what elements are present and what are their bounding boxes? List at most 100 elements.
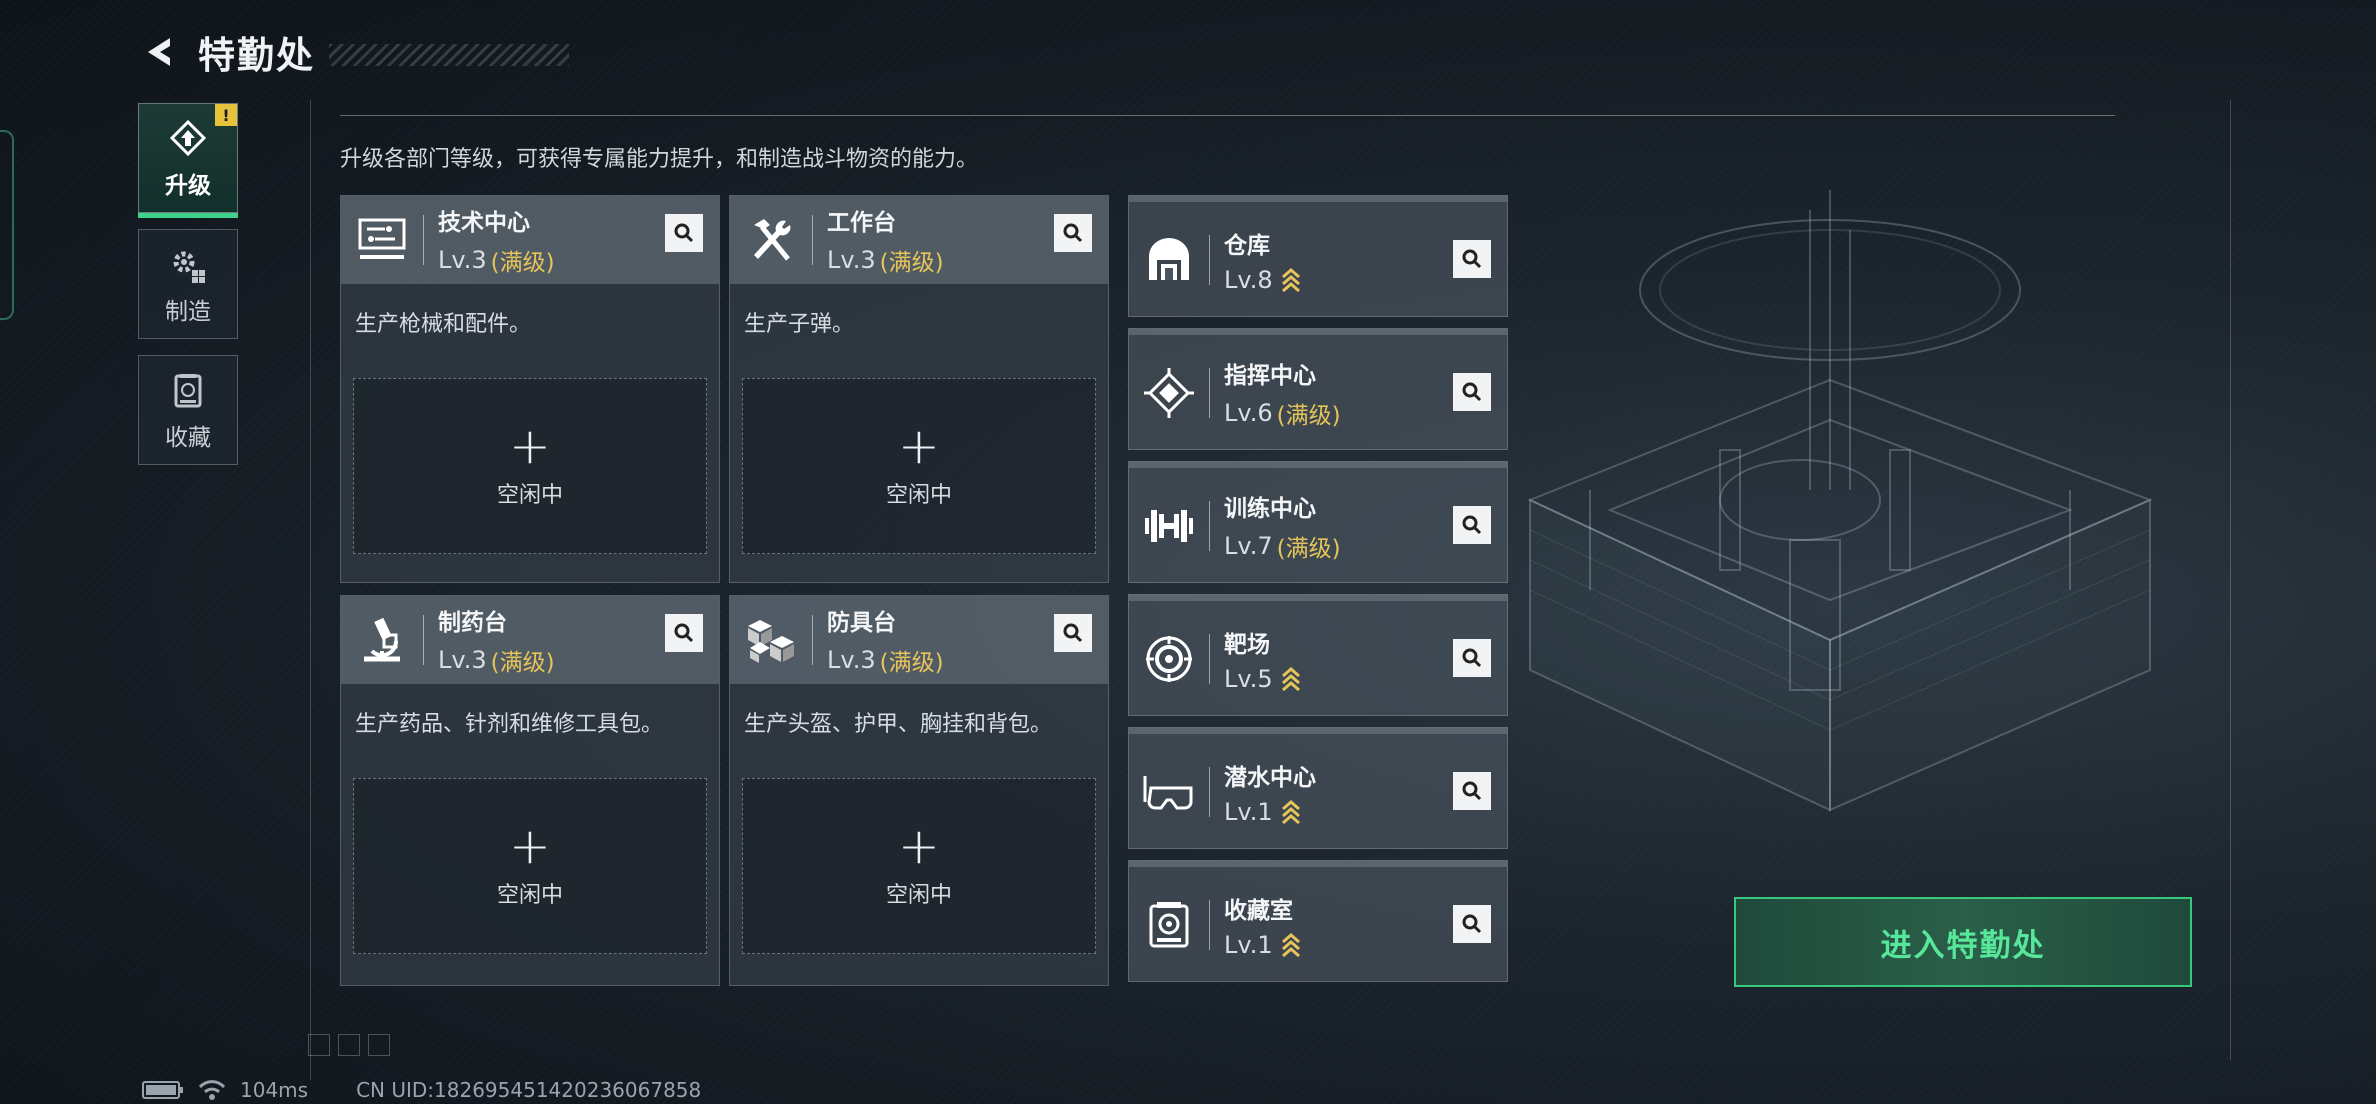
warehouse-icon (1129, 202, 1209, 318)
header-divider (1209, 368, 1210, 418)
nav-label: 升级 (165, 173, 211, 199)
target-icon (1129, 601, 1209, 717)
facility-card-workbench[interactable]: 工作台 Lv.3 (满级) 生产子弹。 + 空闲中 (729, 195, 1109, 583)
facility-card-diving-center[interactable]: 潜水中心 Lv.1 (1128, 727, 1508, 849)
production-slot[interactable]: + 空闲中 (742, 778, 1096, 954)
side-drawer-handle[interactable] (0, 130, 14, 320)
nav-item-collection[interactable]: 收藏 (138, 355, 238, 465)
card-body: 靶场 Lv.5 (1129, 601, 1507, 717)
inspect-button[interactable] (665, 214, 703, 252)
max-level-tag: (满级) (490, 650, 555, 676)
facility-name: 制药台 (438, 610, 507, 636)
facility-card-warehouse[interactable]: 仓库 Lv.8 (1128, 195, 1508, 317)
facility-description: 生产子弹。 (744, 312, 855, 337)
card-header: 技术中心 Lv.3 (满级) (341, 196, 719, 284)
facility-card-armor-bench[interactable]: 防具台 Lv.3 (满级) 生产头盔、护甲、胸挂和背包。 + 空闲中 (729, 595, 1109, 986)
facility-description: 生产药品、针剂和维修工具包。 (355, 712, 664, 737)
deco-square (368, 1034, 390, 1056)
level-value: Lv.7 (1224, 532, 1273, 560)
boxes-icon (730, 596, 812, 684)
facility-level: Lv.7 (满级) (1224, 529, 1341, 563)
max-level-tag: (满级) (879, 650, 944, 676)
facility-level: Lv.8 (1224, 266, 1301, 294)
inspect-button[interactable] (1453, 240, 1491, 278)
facility-name: 工作台 (827, 210, 896, 236)
facility-name: 仓库 (1224, 233, 1270, 259)
facility-card-shooting-range[interactable]: 靶场 Lv.5 (1128, 594, 1508, 716)
card-body: 仓库 Lv.8 (1129, 202, 1507, 318)
header-divider (423, 615, 424, 665)
header-divider (1209, 634, 1210, 684)
facility-description: 生产枪械和配件。 (355, 312, 532, 337)
search-icon (1063, 623, 1083, 643)
header-divider (1209, 900, 1210, 950)
inspect-button[interactable] (1054, 214, 1092, 252)
card-header: 制药台 Lv.3 (满级) (341, 596, 719, 684)
enter-special-ops-button[interactable]: 进入特勤处 (1734, 897, 2192, 987)
back-arrow-icon[interactable] (136, 24, 184, 80)
facility-card-collection-room[interactable]: 收藏室 Lv.1 (1128, 860, 1508, 982)
level-value: Lv.8 (1224, 266, 1273, 294)
search-icon (1462, 382, 1482, 402)
inspect-button[interactable] (1453, 772, 1491, 810)
facility-card-command-center[interactable]: 指挥中心 Lv.6 (满级) (1128, 328, 1508, 450)
search-icon (1063, 223, 1083, 243)
plus-icon: + (898, 417, 940, 475)
plus-icon: + (509, 417, 551, 475)
search-icon (1462, 515, 1482, 535)
facility-name: 技术中心 (438, 210, 530, 236)
search-icon (1462, 914, 1482, 934)
search-icon (674, 223, 694, 243)
wifi-icon (198, 1080, 226, 1100)
inspect-button[interactable] (1453, 506, 1491, 544)
production-slot[interactable]: + 空闲中 (353, 378, 707, 554)
tools-icon (730, 196, 812, 284)
facility-level: Lv.3 (满级) (827, 643, 944, 677)
production-slot[interactable]: + 空闲中 (353, 778, 707, 954)
header-divider (1209, 767, 1210, 817)
nav-item-craft[interactable]: 制造 (138, 229, 238, 339)
page-header: 特勤处 (136, 24, 569, 80)
nav-label: 收藏 (165, 425, 211, 451)
goggles-icon (1129, 734, 1209, 850)
card-body: 指挥中心 Lv.6 (满级) (1129, 335, 1507, 451)
card-body: 潜水中心 Lv.1 (1129, 734, 1507, 850)
enter-button-label: 进入特勤处 (1880, 927, 2046, 964)
page-description: 升级各部门等级，可获得专属能力提升，和制造战斗物资的能力。 (340, 147, 979, 172)
inspect-button[interactable] (1453, 639, 1491, 677)
user-uid: CN UID:18269545142023606785​8 (356, 1078, 702, 1102)
header-text: 潜水中心 Lv.1 (1224, 758, 1316, 826)
inspect-button[interactable] (1453, 373, 1491, 411)
page-title: 特勤处 (198, 34, 315, 77)
facility-card-training-center[interactable]: 训练中心 Lv.7 (满级) (1128, 461, 1508, 583)
plus-icon: + (509, 817, 551, 875)
inspect-button[interactable] (1054, 614, 1092, 652)
facility-card-pharmacy[interactable]: 制药台 Lv.3 (满级) 生产药品、针剂和维修工具包。 + 空闲中 (340, 595, 720, 986)
level-value: Lv.3 (438, 246, 487, 274)
header-text: 指挥中心 Lv.6 (满级) (1224, 356, 1341, 430)
facility-card-tech-center[interactable]: 技术中心 Lv.3 (满级) 生产枪械和配件。 + 空闲中 (340, 195, 720, 583)
nav-item-upgrade[interactable]: ! 升级 (138, 103, 238, 218)
upgrade-available-icon (1281, 666, 1301, 692)
header-divider (1209, 501, 1210, 551)
header-text: 仓库 Lv.8 (1224, 226, 1301, 294)
upgrade-available-icon (1281, 799, 1301, 825)
facility-name: 收藏室 (1224, 898, 1293, 924)
inspect-button[interactable] (665, 614, 703, 652)
title-decoration (329, 44, 569, 66)
computer-icon (341, 196, 423, 284)
microscope-icon (341, 596, 423, 684)
search-icon (1462, 249, 1482, 269)
level-value: Lv.6 (1224, 399, 1273, 427)
card-body: 收藏室 Lv.1 (1129, 867, 1507, 983)
nav-label: 制造 (165, 299, 211, 325)
inspect-button[interactable] (1453, 905, 1491, 943)
plus-icon: + (898, 817, 940, 875)
facility-level: Lv.1 (1224, 798, 1316, 826)
card-header: 工作台 Lv.3 (满级) (730, 196, 1108, 284)
battery-icon (142, 1081, 183, 1099)
slot-status: 空闲中 (885, 483, 952, 508)
nav-divider (310, 100, 311, 1080)
production-slot[interactable]: + 空闲中 (742, 378, 1096, 554)
upgrade-available-icon (1281, 267, 1301, 293)
